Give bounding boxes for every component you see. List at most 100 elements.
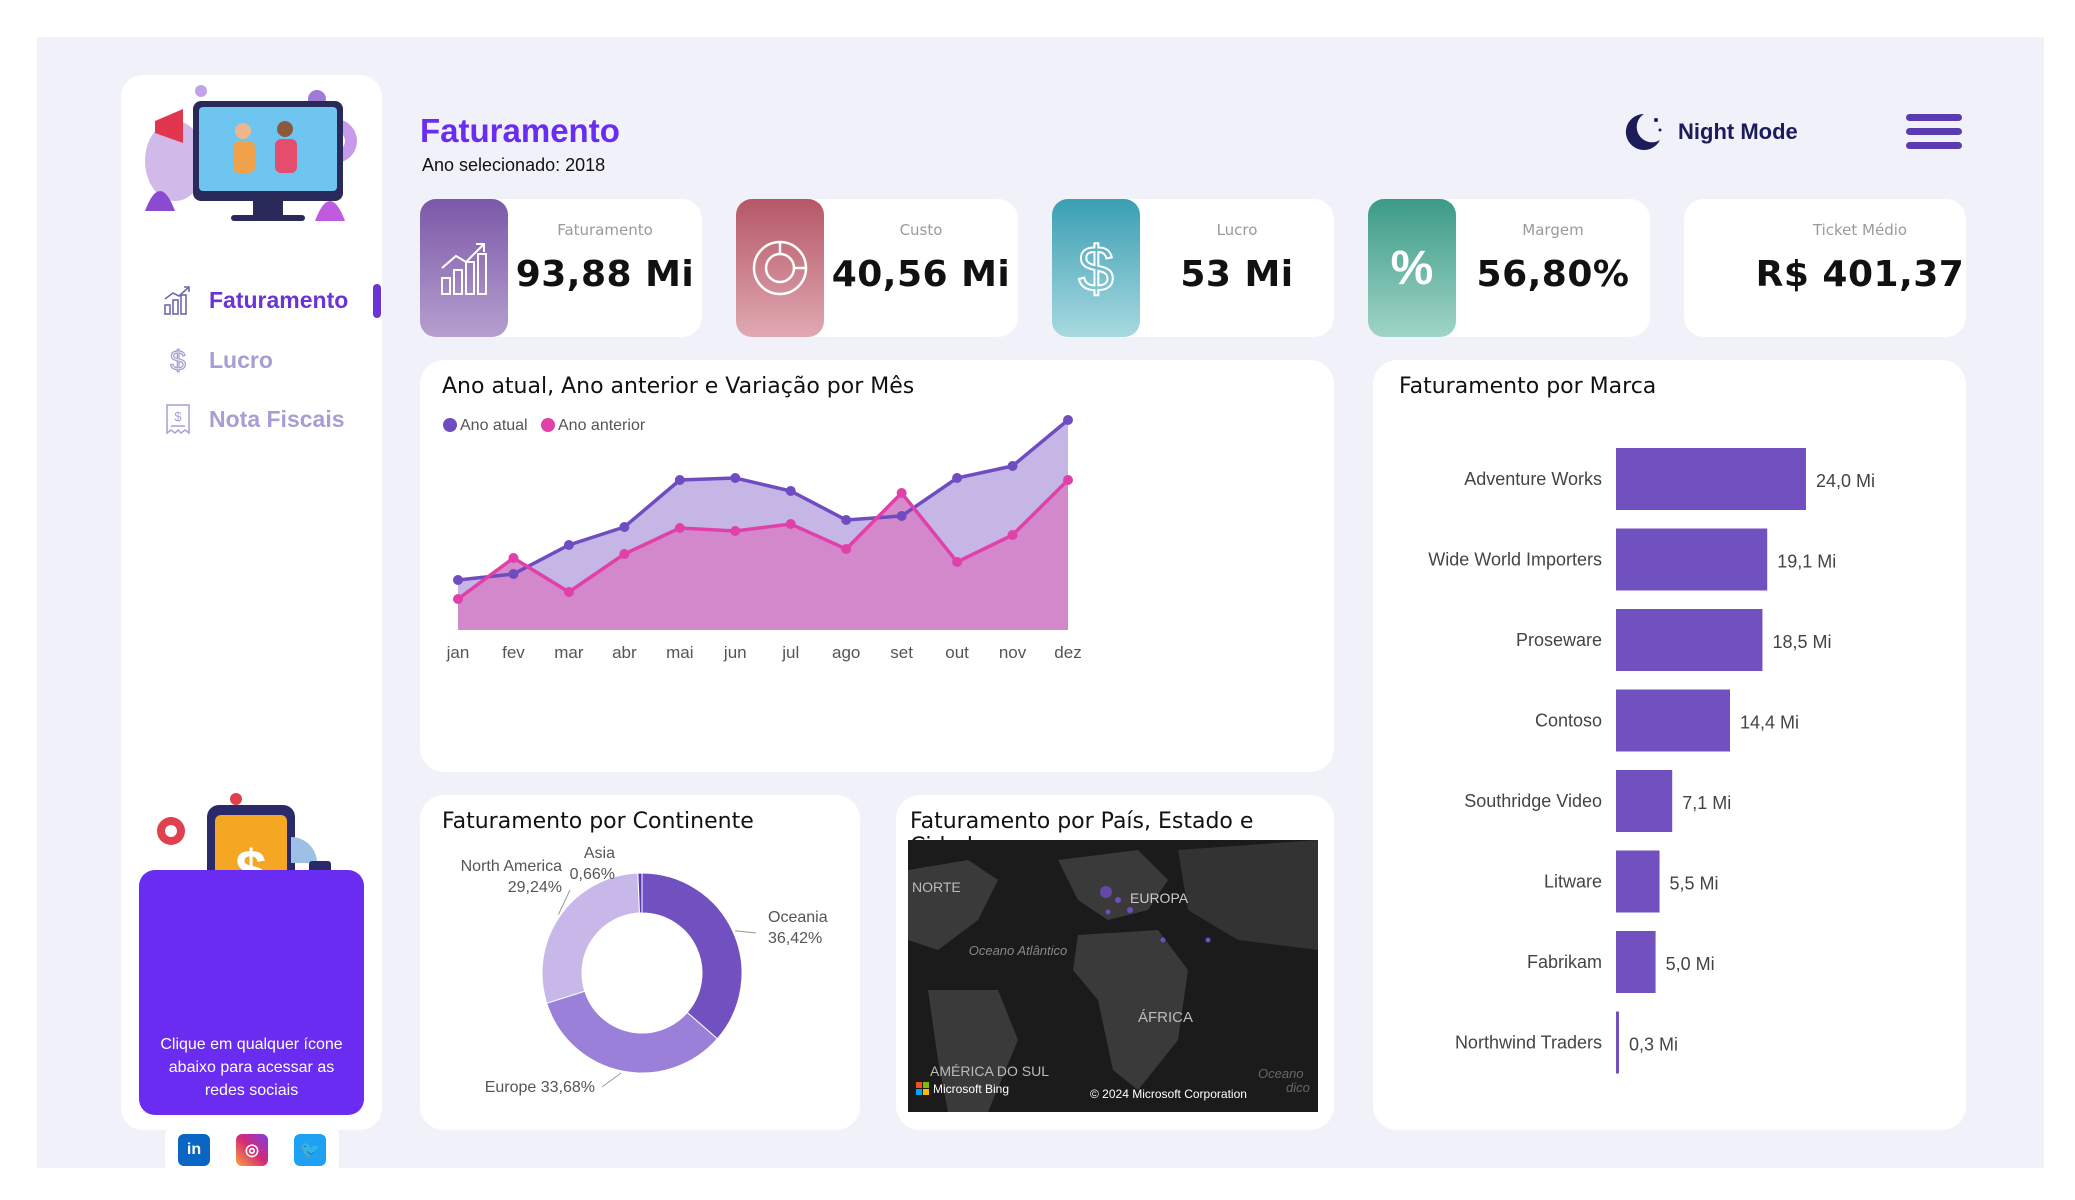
sidebar-item-faturamento[interactable]: Faturamento — [161, 280, 348, 320]
donut-icon — [736, 199, 824, 337]
data-point — [453, 575, 463, 585]
continent-donut-chart: Oceania 36,42% Europe 33,68% North America 2… — [461, 845, 828, 1096]
map-label-oceano-atlantico: Oceano Atlântico — [969, 943, 1068, 958]
data-point — [785, 519, 796, 529]
data-point — [563, 540, 574, 550]
map-bubble[interactable] — [1160, 937, 1166, 943]
data-label: 19,1 Mi — [1777, 552, 1836, 572]
brand-chart-card: Faturamento por Marca Adventure Works 24,… — [1373, 360, 1966, 1130]
data-point — [508, 569, 519, 579]
x-tick-label: dez — [1054, 643, 1081, 662]
donut-slice — [546, 990, 719, 1074]
x-tick-label: jul — [781, 643, 799, 662]
data-point — [453, 594, 463, 604]
data-point — [619, 549, 630, 559]
x-tick-label: mai — [666, 643, 693, 662]
bar — [1616, 609, 1763, 671]
legend-ano-atual: Ano atual — [460, 417, 528, 434]
x-tick-label: fev — [502, 643, 525, 662]
twitter-icon[interactable]: 🐦 — [294, 1134, 326, 1166]
map-bubble[interactable] — [1115, 897, 1121, 903]
data-point — [896, 488, 907, 498]
sidebar-item-nota-fiscais[interactable]: $ Nota Fiscais — [161, 399, 345, 439]
kpi-faturamento: Faturamento 93,88 Mi — [420, 199, 702, 337]
slice-value-label: 36,42% — [768, 930, 822, 947]
leader-line — [601, 1072, 622, 1088]
kpi-value: R$ 401,37 — [1755, 254, 1965, 295]
sidebar-item-lucro[interactable]: $ Lucro — [161, 340, 273, 380]
category-label: Fabrikam — [1527, 952, 1602, 972]
bar — [1616, 931, 1656, 993]
data-point — [952, 557, 963, 567]
svg-text:$: $ — [174, 409, 182, 424]
kpi-label: Lucro — [1216, 221, 1258, 239]
category-label: Wide World Importers — [1428, 550, 1602, 570]
bing-attribution: Microsoft Bing — [933, 1082, 1009, 1096]
growth-chart-icon — [420, 199, 508, 337]
map-label-oceano: Oceano — [1258, 1066, 1304, 1081]
map-bubble[interactable] — [1105, 909, 1111, 915]
category-label: Northwind Traders — [1455, 1033, 1602, 1053]
kpi-ticket-medio: Ticket Médio R$ 401,37 — [1684, 199, 1966, 337]
svg-text:%: % — [1391, 242, 1434, 295]
bar — [1616, 850, 1660, 913]
svg-text:$: $ — [1078, 233, 1114, 303]
data-label: 5,5 Mi — [1670, 874, 1719, 894]
night-mode-toggle[interactable]: Night Mode — [1620, 110, 1798, 154]
kpi-label: Faturamento — [557, 221, 653, 239]
data-point — [563, 587, 574, 597]
hamburger-menu-button[interactable] — [1906, 114, 1962, 156]
bar — [1616, 528, 1768, 591]
menu-line — [1906, 114, 1962, 121]
dollar-icon: $ — [170, 344, 187, 376]
monthly-area-chart: Ano atual Ano anterior jan fev mar abr mai ju… — [443, 415, 1082, 662]
linkedin-icon[interactable]: in — [178, 1134, 210, 1166]
data-point — [674, 523, 685, 533]
kpi-custo: Custo 40,56 Mi — [736, 199, 1018, 337]
x-tick-label: nov — [999, 643, 1027, 662]
legend-ano-anterior: Ano anterior — [558, 417, 646, 434]
sidebar: Faturamento $ Lucro $ Nota Fiscais $ Cli… — [121, 75, 382, 1174]
world-map[interactable]: NORTE EUROPA Oceano Atlântico ÁFRICA AMÉ… — [908, 840, 1318, 1112]
category-label: Contoso — [1535, 711, 1602, 731]
dollar-icon: $ — [1052, 199, 1140, 337]
map-copyright: © 2024 Microsoft Corporation — [1090, 1087, 1247, 1101]
map-bubble[interactable] — [1205, 937, 1211, 943]
x-tick-label: abr — [612, 643, 637, 662]
data-label: 5,0 Mi — [1666, 954, 1715, 974]
category-label: Litware — [1544, 872, 1602, 892]
map-bubble[interactable] — [1127, 907, 1133, 913]
map-label-africa: ÁFRICA — [1138, 1009, 1193, 1026]
business-illustration — [145, 85, 357, 221]
slice-value-label: 29,24% — [508, 879, 562, 896]
legend-marker-ano-anterior — [541, 418, 555, 432]
slice-label: Oceania — [768, 909, 828, 926]
category-label: Proseware — [1516, 630, 1602, 650]
data-point — [1007, 530, 1018, 540]
donut-slice — [641, 872, 743, 1040]
x-tick-label: jan — [446, 643, 470, 662]
data-point — [896, 511, 907, 521]
social-links: in ◎ 🐦 — [165, 1126, 339, 1174]
instagram-icon[interactable]: ◎ — [236, 1134, 268, 1166]
kpi-label: Margem — [1522, 221, 1584, 239]
moon-icon — [1625, 113, 1662, 150]
kpi-value: 53 Mi — [1180, 254, 1294, 295]
kpi-label: Custo — [899, 221, 943, 239]
svg-text:$: $ — [170, 345, 186, 376]
data-label: 18,5 Mi — [1772, 632, 1831, 652]
sidebar-item-label: Nota Fiscais — [209, 405, 345, 432]
data-label: 24,0 Mi — [1816, 471, 1875, 491]
data-point — [1063, 415, 1073, 425]
x-tick-label: out — [945, 643, 969, 662]
x-tick-label: mar — [554, 643, 584, 662]
bar — [1616, 1011, 1619, 1074]
menu-line — [1906, 128, 1962, 135]
map-label-norte: NORTE — [912, 879, 961, 895]
receipt-icon: $ — [166, 404, 190, 435]
data-point — [508, 553, 519, 563]
kpi-value: 56,80% — [1476, 254, 1630, 295]
leader-line — [734, 930, 757, 934]
bar-chart-icon — [164, 286, 190, 315]
map-bubble[interactable] — [1100, 886, 1112, 898]
